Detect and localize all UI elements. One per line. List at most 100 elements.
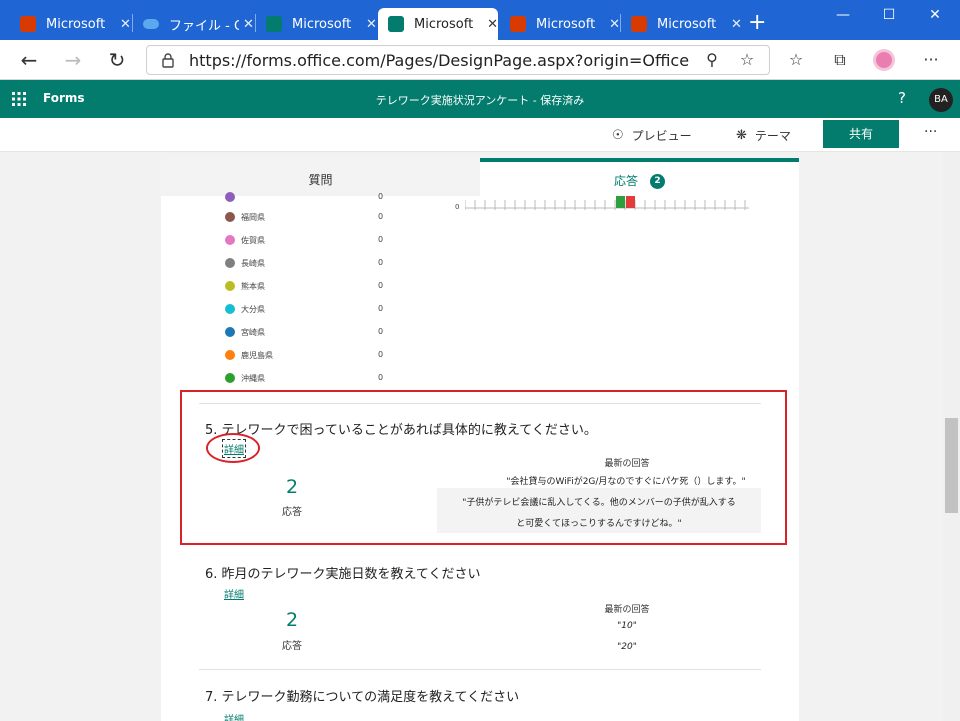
legend-item: 沖縄県 <box>225 371 265 385</box>
q6-detail-link[interactable]: 詳細 <box>224 586 244 601</box>
close-icon[interactable]: ✕ <box>120 17 131 32</box>
theme-button[interactable]: ❋ テーマ <box>736 127 791 144</box>
browser-menu-icon[interactable]: ··· <box>920 49 942 71</box>
form-title: テレワーク実施状況アンケート - 保存済み <box>375 94 585 107</box>
palette-icon: ❋ <box>736 128 747 143</box>
favorite-star-icon[interactable]: ☆ <box>736 49 758 71</box>
legend-swatch <box>225 350 235 360</box>
user-avatar[interactable]: BA <box>929 88 953 112</box>
section-divider <box>199 669 761 670</box>
back-arrow-icon[interactable]: ← <box>17 48 41 72</box>
command-bar: ☉ プレビュー ❋ テーマ 共有 ··· <box>0 118 960 152</box>
share-button[interactable]: 共有 <box>823 120 899 148</box>
legend-value: 0 <box>378 212 384 221</box>
legend-value: 0 <box>378 258 384 267</box>
legend-value: 0 <box>378 373 384 382</box>
q6-response-count: 2 <box>285 609 299 631</box>
legend-label: 鹿児島県 <box>241 350 273 360</box>
close-icon[interactable]: ✕ <box>731 17 742 32</box>
q6-title: 6. 昨月のテレワーク実施日数を教えてください <box>205 567 481 582</box>
help-icon[interactable]: ? <box>898 89 906 107</box>
forward-arrow-icon[interactable]: → <box>61 48 85 72</box>
legend-label: 宮崎県 <box>241 327 265 337</box>
responses-count-badge: 2 <box>650 174 665 189</box>
forms-header: Forms テレワーク実施状況アンケート - 保存済み ? <box>0 80 960 118</box>
favorites-list-icon[interactable]: ☆ <box>785 49 807 71</box>
close-window-icon[interactable]: ✕ <box>912 0 958 32</box>
legend-label: 熊本県 <box>241 281 265 291</box>
scrollbar-thumb[interactable] <box>945 418 958 513</box>
tab-responses[interactable]: 応答 2 <box>480 158 799 196</box>
legend-item: 宮崎県 <box>225 325 265 339</box>
minimize-icon[interactable]: — <box>820 0 866 32</box>
tab-label: Microsoft <box>414 16 474 32</box>
legend-value: 0 <box>378 304 384 313</box>
legend-item: 大分県 <box>225 302 265 316</box>
browser-tab-6[interactable]: Microsoft ✕ <box>621 8 743 40</box>
legend-value: 0 <box>378 235 384 244</box>
legend-swatch <box>225 212 235 222</box>
browser-tab-2[interactable]: ファイル - O ✕ <box>133 8 255 40</box>
legend-item: 熊本県 <box>225 279 265 293</box>
more-options-icon[interactable]: ··· <box>924 124 937 140</box>
new-tab-icon[interactable]: + <box>748 10 766 36</box>
close-icon[interactable]: ✕ <box>487 17 498 32</box>
q7-detail-link[interactable]: 詳細 <box>224 711 244 721</box>
theme-label: テーマ <box>754 129 791 143</box>
q6-latest-header: 最新の回答 <box>604 605 650 615</box>
tab-responses-label: 応答 <box>613 174 638 188</box>
q4-chart-axis-zero: 0 <box>455 203 460 211</box>
browser-tab-4-active[interactable]: Microsoft ✕ <box>378 8 498 40</box>
tab-label: ファイル - O <box>169 18 239 34</box>
maximize-icon[interactable]: ☐ <box>866 0 912 32</box>
tab-questions[interactable]: 質問 <box>161 158 480 196</box>
legend-value: 0 <box>378 350 384 359</box>
preview-label: プレビュー <box>631 129 692 143</box>
tab-label: Microsoft <box>46 16 106 32</box>
legend-swatch <box>225 327 235 337</box>
page-tabs: 質問 応答 2 <box>161 158 799 196</box>
refresh-icon[interactable]: ↻ <box>105 48 129 72</box>
q4-chart-axis <box>465 196 749 210</box>
legend-item: 長崎県 <box>225 256 265 270</box>
browser-tab-3[interactable]: Microsoft ✕ <box>256 8 378 40</box>
close-icon[interactable]: ✕ <box>609 17 620 32</box>
legend-swatch <box>225 281 235 291</box>
url-text: https://forms.office.com/Pages/DesignPag… <box>189 51 689 70</box>
eye-icon: ☉ <box>612 128 624 143</box>
legend-label: 沖縄県 <box>241 373 265 383</box>
legend-value: 0 <box>378 192 384 201</box>
legend-label: 佐賀県 <box>241 235 265 245</box>
legend-swatch <box>225 304 235 314</box>
preview-button[interactable]: ☉ プレビュー <box>612 127 692 144</box>
search-icon[interactable]: ⚲ <box>701 49 723 71</box>
browser-tab-1[interactable]: Microsoft ✕ <box>10 8 132 40</box>
legend-swatch <box>225 235 235 245</box>
q6-latest-response: "10" <box>617 621 637 631</box>
legend-label: 大分県 <box>241 304 265 314</box>
tab-label: Microsoft <box>292 16 352 32</box>
url-field[interactable]: https://forms.office.com/Pages/DesignPag… <box>146 45 770 75</box>
legend-label: 長崎県 <box>241 258 265 268</box>
legend-swatch <box>225 192 235 202</box>
highlight-box-annotation <box>180 390 787 545</box>
legend-item: 鹿児島県 <box>225 348 273 362</box>
legend-label: 福岡県 <box>241 212 265 222</box>
highlight-oval-annotation <box>206 433 260 463</box>
tab-label: Microsoft <box>657 16 717 32</box>
browser-tab-strip: Microsoft ✕ ファイル - O ✕ Microsoft ✕ Micro… <box>0 0 960 40</box>
legend-item: 福岡県 <box>225 210 265 224</box>
close-icon[interactable]: ✕ <box>366 17 377 32</box>
legend-item <box>225 190 241 204</box>
close-icon[interactable]: ✕ <box>243 17 254 32</box>
legend-swatch <box>225 258 235 268</box>
profile-avatar-icon[interactable] <box>873 49 895 71</box>
collections-icon[interactable]: ⧉ <box>829 49 851 71</box>
q7-title: 7. テレワーク勤務についての満足度を教えてください <box>205 690 520 705</box>
browser-tab-5[interactable]: Microsoft ✕ <box>500 8 620 40</box>
office-icon <box>510 16 526 32</box>
legend-swatch <box>225 373 235 383</box>
legend-item: 佐賀県 <box>225 233 265 247</box>
forms-icon <box>388 16 404 32</box>
forms-icon <box>266 16 282 32</box>
